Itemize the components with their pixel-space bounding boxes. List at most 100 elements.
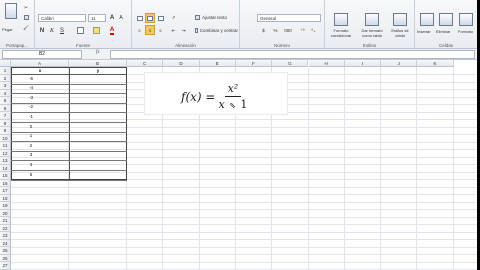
paste-icon[interactable]: [5, 3, 17, 19]
header-x-cell[interactable]: x: [11, 67, 69, 74]
cell-styles-icon[interactable]: [393, 13, 407, 26]
row-header-4[interactable]: 4: [0, 89, 11, 97]
row-header-23[interactable]: 23: [0, 232, 11, 240]
x-value-cell[interactable]: 0: [11, 123, 51, 130]
bold-button[interactable]: N: [38, 26, 46, 35]
row-header-9[interactable]: 9: [0, 127, 11, 135]
borders-icon[interactable]: [75, 26, 85, 35]
fill-color-icon[interactable]: [91, 26, 101, 35]
cut-icon[interactable]: ✂: [22, 4, 30, 11]
number-format-select[interactable]: General: [257, 14, 321, 22]
row-header-1[interactable]: 1: [0, 67, 11, 75]
increase-indent-icon[interactable]: ⇥: [179, 26, 188, 35]
header-y-cell[interactable]: y: [69, 67, 127, 74]
format-cells-icon[interactable]: [459, 13, 473, 26]
select-all-corner[interactable]: [0, 60, 11, 67]
column-header-a[interactable]: A: [11, 60, 69, 67]
percent-button[interactable]: %: [271, 26, 280, 35]
delete-button-label[interactable]: Eliminar: [436, 29, 450, 34]
column-header-j[interactable]: J: [381, 60, 418, 67]
align-right-icon[interactable]: ≡: [156, 26, 165, 35]
row-header-22[interactable]: 22: [0, 224, 11, 232]
formula-input[interactable]: [110, 50, 475, 59]
shrink-font-button[interactable]: A: [117, 14, 125, 22]
row-header-15[interactable]: 15: [0, 172, 11, 180]
row-header-5[interactable]: 5: [0, 97, 11, 105]
currency-button[interactable]: $: [259, 26, 268, 35]
increase-decimal-icon[interactable]: ⁺⁰: [298, 26, 307, 35]
format-painter-icon[interactable]: 🖌: [22, 24, 30, 31]
italic-button[interactable]: K: [48, 26, 56, 35]
x-value-cell[interactable]: -4: [11, 84, 51, 91]
insert-icon[interactable]: [420, 13, 434, 26]
merge-center-button[interactable]: Combinar y centrar: [194, 26, 239, 35]
column-header-h[interactable]: H: [308, 60, 345, 67]
underline-button[interactable]: S: [58, 26, 66, 35]
x-value-cell[interactable]: -5: [11, 75, 51, 82]
row-header-6[interactable]: 6: [0, 104, 11, 112]
row-header-13[interactable]: 13: [0, 157, 11, 165]
align-top-icon[interactable]: [135, 14, 144, 22]
format-button-label[interactable]: Formato: [458, 29, 473, 34]
x-value-cell[interactable]: -2: [11, 103, 51, 110]
x-value-cell[interactable]: -3: [11, 94, 51, 101]
align-left-icon[interactable]: ≡: [135, 26, 144, 35]
paste-button-label[interactable]: Pegar: [2, 27, 13, 32]
thousands-button[interactable]: 000: [282, 26, 294, 35]
row-header-25[interactable]: 25: [0, 247, 11, 255]
wrap-text-button[interactable]: Ajustar texto: [194, 13, 238, 22]
row-header-18[interactable]: 18: [0, 194, 11, 202]
row-header-2[interactable]: 2: [0, 74, 11, 82]
row-header-24[interactable]: 24: [0, 239, 11, 247]
row-header-26[interactable]: 26: [0, 254, 11, 262]
column-header-e[interactable]: E: [199, 60, 236, 67]
column-header-g[interactable]: G: [272, 60, 309, 67]
align-bottom-icon[interactable]: [156, 14, 165, 22]
row-header-3[interactable]: 3: [0, 82, 11, 90]
row-header-21[interactable]: 21: [0, 217, 11, 225]
column-header-c[interactable]: C: [127, 60, 164, 67]
name-box[interactable]: B2: [2, 50, 82, 59]
equation-image[interactable]: f(x) = x² x ⇖ 1: [144, 72, 288, 115]
row-header-8[interactable]: 8: [0, 119, 11, 127]
decrease-indent-icon[interactable]: ⇤: [169, 26, 178, 35]
column-header-i[interactable]: I: [344, 60, 382, 67]
x-value-cell[interactable]: 4: [11, 161, 51, 168]
insert-button-label[interactable]: Insertar: [417, 29, 431, 34]
font-size-select[interactable]: 11: [88, 14, 106, 22]
conditional-format-label[interactable]: Formato condicional: [325, 28, 357, 38]
x-value-cell[interactable]: 2: [11, 142, 51, 149]
x-value-cell[interactable]: -1: [11, 113, 51, 120]
column-header-k[interactable]: K: [417, 60, 454, 67]
align-center-icon[interactable]: ≡: [145, 25, 155, 35]
column-header-f[interactable]: F: [235, 60, 273, 67]
delete-icon[interactable]: [439, 13, 453, 26]
cell-styles-label[interactable]: Estilos de celda: [386, 28, 414, 38]
font-color-button[interactable]: A: [107, 26, 117, 35]
x-value-cell[interactable]: 1: [11, 132, 51, 139]
row-header-20[interactable]: 20: [0, 209, 11, 217]
x-value-cell[interactable]: 5: [11, 171, 51, 178]
conditional-format-icon[interactable]: [334, 13, 348, 26]
x-value-cell[interactable]: 3: [11, 151, 51, 158]
column-header-d[interactable]: D: [163, 60, 200, 67]
copy-icon[interactable]: [22, 14, 30, 21]
format-as-table-label[interactable]: Dar formato como tabla: [356, 28, 388, 38]
row-header-14[interactable]: 14: [0, 164, 11, 172]
grow-font-button[interactable]: A: [108, 14, 116, 22]
align-middle-icon[interactable]: [145, 13, 155, 23]
row-header-19[interactable]: 19: [0, 202, 11, 210]
row-header-7[interactable]: 7: [0, 112, 11, 120]
format-as-table-icon[interactable]: [365, 13, 379, 26]
column-header-b[interactable]: B: [69, 60, 127, 67]
row-header-17[interactable]: 17: [0, 187, 11, 195]
orientation-icon[interactable]: ↗: [169, 14, 178, 22]
fx-icon[interactable]: fx: [96, 50, 100, 55]
row-header-27[interactable]: 27: [0, 262, 11, 270]
row-header-12[interactable]: 12: [0, 149, 11, 157]
row-header-10[interactable]: 10: [0, 134, 11, 142]
spreadsheet-grid[interactable]: ABCDEFGHIJK 1 2 3 4 5 6 7 8 9 10 11 12 13 14 15 16 17 18 1…: [0, 60, 477, 270]
decrease-decimal-icon[interactable]: ⁰₊: [309, 26, 318, 35]
font-name-select[interactable]: Calibri: [38, 14, 86, 22]
row-header-11[interactable]: 11: [0, 142, 11, 150]
